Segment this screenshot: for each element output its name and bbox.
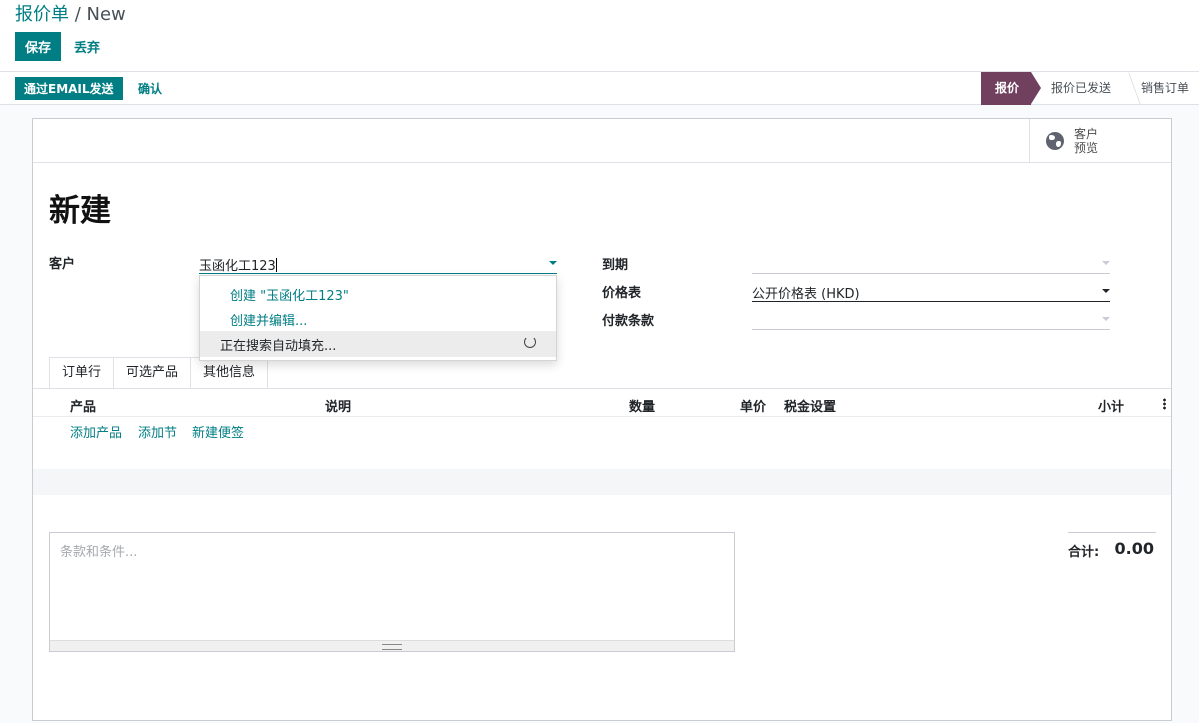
tab-optional-products[interactable]: 可选产品	[113, 357, 192, 389]
total-amount: 0.00	[1114, 539, 1154, 558]
terms-placeholder: 条款和条件...	[60, 545, 138, 560]
pricelist-label: 价格表	[602, 286, 642, 301]
button-box: 客户 预览	[33, 119, 1171, 163]
breadcrumb: 报价单 / New	[15, 0, 126, 26]
expiration-field[interactable]	[752, 252, 1110, 274]
customer-preview-button[interactable]: 客户 预览	[1029, 119, 1171, 163]
payment-terms-field[interactable]	[752, 308, 1110, 330]
add-note-link[interactable]: 新建便签	[192, 422, 244, 441]
send-by-email-button[interactable]: 通过EMAIL发送	[15, 77, 123, 100]
discard-button[interactable]: 丢弃	[66, 32, 108, 61]
globe-icon	[1046, 132, 1064, 150]
add-line-row: 添加产品 添加节 新建便签	[33, 417, 1171, 443]
create-option[interactable]: 创建 "玉函化工123"	[230, 285, 349, 304]
searching-option: 正在搜索自动填充...	[200, 331, 556, 357]
customer-dropdown-caret-icon[interactable]	[549, 261, 557, 265]
pricelist-caret-icon[interactable]	[1102, 289, 1110, 293]
empty-row	[33, 469, 1171, 495]
create-and-edit-option[interactable]: 创建并编辑...	[230, 310, 307, 329]
save-button[interactable]: 保存	[15, 32, 61, 61]
column-subtotal[interactable]: 小计	[1098, 396, 1124, 415]
column-taxes[interactable]: 税金设置	[784, 396, 836, 415]
loading-spinner-icon	[524, 336, 536, 348]
expiration-caret-icon[interactable]	[1102, 261, 1110, 265]
notebook-tabs: 订单行 可选产品 其他信息	[49, 357, 269, 390]
total-label: 合计:	[1068, 545, 1100, 560]
total-divider	[1068, 532, 1156, 533]
add-section-link[interactable]: 添加节	[138, 422, 177, 441]
stage-pipeline: 报价 报价已发送 销售订单	[980, 72, 1199, 105]
tab-other-info[interactable]: 其他信息	[190, 357, 269, 389]
customer-autocomplete-dropdown: 创建 "玉函化工123" 创建并编辑... 正在搜索自动填充...	[199, 275, 557, 361]
breadcrumb-current: New	[86, 4, 126, 25]
form-sheet: 客户 预览 新建 客户 玉函化工123 创建 "玉函化工123" 创建并编辑..…	[32, 118, 1172, 721]
column-product[interactable]: 产品	[70, 396, 96, 415]
customer-label: 客户	[49, 257, 76, 272]
customer-field[interactable]: 玉函化工123	[199, 252, 557, 274]
customer-input-value[interactable]: 玉函化工123	[199, 255, 277, 274]
add-product-link[interactable]: 添加产品	[70, 422, 122, 441]
payment-terms-caret-icon[interactable]	[1102, 317, 1110, 321]
optional-columns-icon[interactable]	[1163, 398, 1166, 410]
pricelist-value[interactable]: 公开价格表 (HKD)	[752, 283, 860, 302]
tab-divider	[33, 388, 1171, 389]
column-unit-price[interactable]: 单价	[740, 396, 766, 415]
customer-preview-label: 客户 预览	[1074, 127, 1099, 155]
status-bar: 通过EMAIL发送 确认 报价 报价已发送 销售订单	[0, 72, 1199, 105]
control-panel: 报价单 / New 保存 丢弃	[0, 0, 1199, 72]
payment-terms-label: 付款条款	[602, 314, 655, 329]
stage-quotation[interactable]: 报价	[980, 72, 1041, 105]
record-title: 新建	[49, 193, 111, 229]
breadcrumb-parent-link[interactable]: 报价单	[15, 4, 69, 25]
pricelist-field[interactable]: 公开价格表 (HKD)	[752, 280, 1110, 302]
stage-sales-order[interactable]: 销售订单	[1121, 72, 1199, 105]
column-description[interactable]: 说明	[325, 396, 351, 415]
breadcrumb-separator: /	[69, 4, 87, 25]
order-lines-header: 产品 说明 数量 单价 税金设置 小计	[33, 391, 1171, 417]
confirm-button[interactable]: 确认	[131, 77, 169, 100]
terms-and-conditions-field[interactable]: 条款和条件...	[49, 532, 735, 652]
column-quantity[interactable]: 数量	[629, 396, 655, 415]
tab-order-lines[interactable]: 订单行	[49, 357, 115, 390]
resize-handle-icon[interactable]	[50, 640, 734, 651]
empty-row	[33, 443, 1171, 469]
stage-quotation-sent[interactable]: 报价已发送	[1031, 72, 1121, 105]
expiration-label: 到期	[602, 258, 629, 273]
